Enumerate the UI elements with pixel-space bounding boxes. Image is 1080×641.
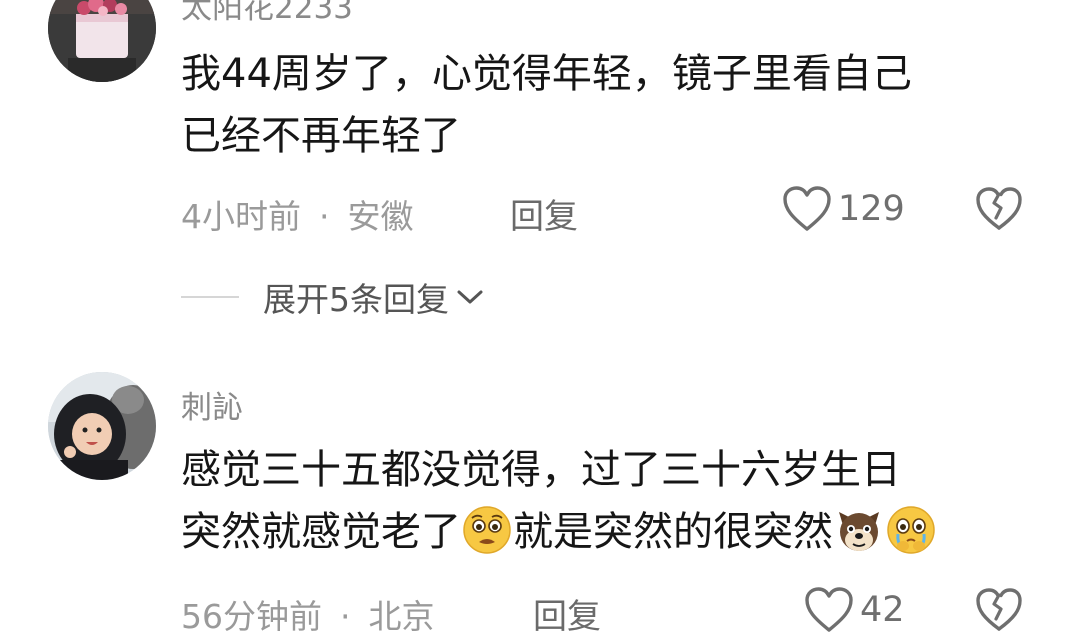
comment-time: 56分钟前 [181, 597, 322, 636]
dislike-button[interactable] [975, 587, 1023, 637]
like-button[interactable]: 42 [804, 586, 905, 634]
comment-body-segment: 就是突然的很突然 [513, 509, 833, 555]
comment-item: 太阳花2233 我44周岁了，心觉得年轻，镜子里看自己 已经不再年轻了 4小时前… [0, 0, 1080, 330]
meta-separator: · [340, 597, 351, 636]
comment-meta: 56分钟前 · 北京 [181, 590, 435, 638]
comment-body-line: 已经不再年轻了 [181, 113, 461, 159]
like-button[interactable]: 129 [782, 185, 905, 233]
comment-body-line: 感觉三十五都没觉得，过了三十六岁生日 [181, 447, 901, 493]
comment-meta: 4小时前 · 安徽 [181, 190, 414, 238]
comment-body-line: 我44周岁了，心觉得年轻，镜子里看自己 [181, 51, 912, 97]
cake-avatar-image [48, 0, 156, 82]
comment-item: 刺訫 感觉三十五都没觉得，过了三十六岁生日 突然就感觉老了 就是突然的很突然 5… [0, 360, 1080, 641]
like-count: 42 [860, 590, 905, 630]
comment-body-segment: 突然就感觉老了 [181, 509, 461, 555]
comment-username[interactable]: 太阳花2233 [181, 0, 353, 27]
avatar[interactable] [48, 0, 156, 82]
avatar[interactable] [48, 372, 156, 480]
pleading-face-emoji [463, 506, 511, 554]
expand-replies-label[interactable]: 展开5条回复 [263, 273, 449, 321]
comment-body: 感觉三十五都没觉得，过了三十六岁生日 突然就感觉老了 就是突然的很突然 [181, 439, 1041, 563]
expand-replies[interactable]: 展开5条回复 [181, 272, 485, 322]
broken-heart-icon [976, 588, 1022, 631]
comment-body: 我44周岁了，心觉得年轻，镜子里看自己 已经不再年轻了 [181, 43, 1041, 167]
broken-heart-icon [976, 187, 1022, 230]
crying-face-emoji [887, 506, 935, 554]
comment-location: 安徽 [347, 197, 414, 236]
chevron-down-icon [457, 290, 483, 304]
reply-button[interactable]: 回复 [510, 189, 578, 238]
dislike-button[interactable] [975, 186, 1023, 236]
comment-time: 4小时前 [181, 197, 301, 236]
dog-face-emoji [839, 512, 879, 551]
meta-separator: · [319, 197, 330, 236]
comment-username[interactable]: 刺訫 [181, 382, 243, 427]
like-count: 129 [838, 189, 905, 229]
heart-outline-icon [805, 587, 853, 632]
reply-button[interactable]: 回复 [533, 589, 601, 638]
divider [181, 296, 239, 298]
comment-body-line: 突然就感觉老了 就是突然的很突然 [181, 501, 1041, 563]
heart-outline-icon [783, 186, 831, 231]
comment-location: 北京 [368, 597, 435, 636]
child-avatar-image [48, 372, 156, 480]
